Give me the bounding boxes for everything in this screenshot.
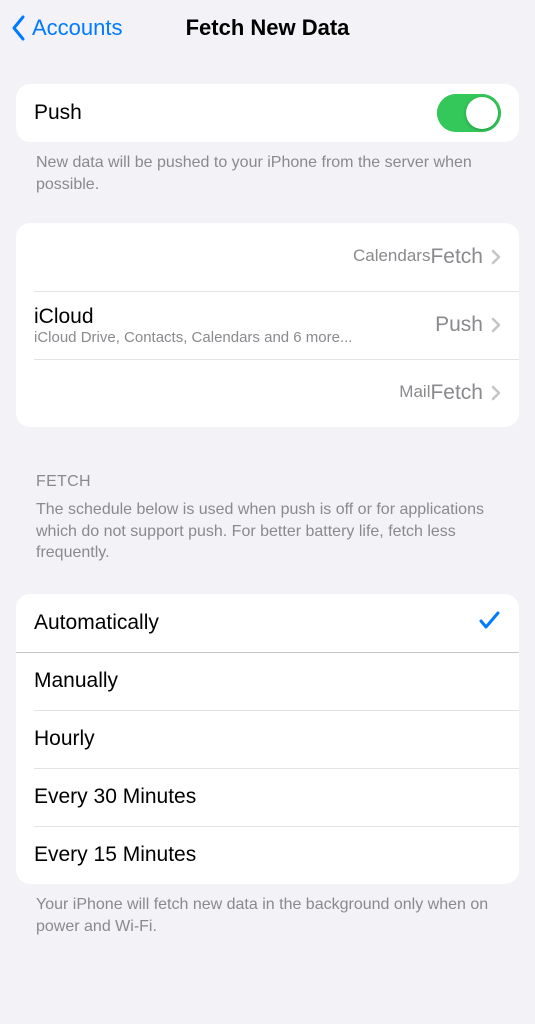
push-row: Push <box>16 84 519 142</box>
chevron-left-icon <box>10 14 28 42</box>
account-name: iCloud <box>34 305 435 329</box>
account-name: Mail <box>399 382 430 404</box>
push-card: Push <box>16 84 519 142</box>
page-title: Fetch New Data <box>186 15 350 41</box>
fetch-option-label: Hourly <box>34 727 501 751</box>
accounts-card: CalendarsFetchiCloudiCloud Drive, Contac… <box>16 223 519 427</box>
back-button[interactable]: Accounts <box>10 0 123 56</box>
checkmark-icon <box>477 608 501 637</box>
fetch-options-card: Automatically Manually Hourly Every 30 Minu… <box>16 594 519 884</box>
fetch-option[interactable]: Every 15 Minutes <box>16 826 519 884</box>
toggle-knob <box>466 97 498 129</box>
chevron-right-icon <box>491 317 501 333</box>
fetch-footer: Your iPhone will fetch new data in the b… <box>16 884 519 937</box>
fetch-option[interactable]: Every 30 Minutes <box>16 768 519 826</box>
account-row[interactable]: iCloudiCloud Drive, Contacts, Calendars … <box>16 291 519 359</box>
account-mode: Fetch <box>430 245 483 269</box>
fetch-option[interactable]: Automatically <box>16 594 519 652</box>
fetch-option[interactable]: Hourly <box>16 710 519 768</box>
account-mode: Push <box>435 313 483 337</box>
fetch-option-label: Every 30 Minutes <box>34 785 501 809</box>
fetch-header: Fetch <box>16 473 519 499</box>
chevron-right-icon <box>491 385 501 401</box>
push-toggle[interactable] <box>437 94 501 132</box>
fetch-option-label: Automatically <box>34 611 477 635</box>
chevron-right-icon <box>491 249 501 265</box>
fetch-description: The schedule below is used when push is … <box>16 499 519 564</box>
account-mode: Fetch <box>430 381 483 405</box>
push-footer: New data will be pushed to your iPhone f… <box>16 142 519 195</box>
account-row[interactable]: MailFetch <box>16 359 519 427</box>
account-name: Calendars <box>353 246 431 268</box>
fetch-option-label: Manually <box>34 669 501 693</box>
back-label: Accounts <box>32 15 123 41</box>
navbar: Accounts Fetch New Data <box>0 0 535 56</box>
account-row[interactable]: CalendarsFetch <box>16 223 519 291</box>
push-label: Push <box>34 101 437 125</box>
fetch-option-label: Every 15 Minutes <box>34 843 501 867</box>
fetch-option[interactable]: Manually <box>16 652 519 710</box>
account-subtitle: iCloud Drive, Contacts, Calendars and 6 … <box>34 329 435 346</box>
